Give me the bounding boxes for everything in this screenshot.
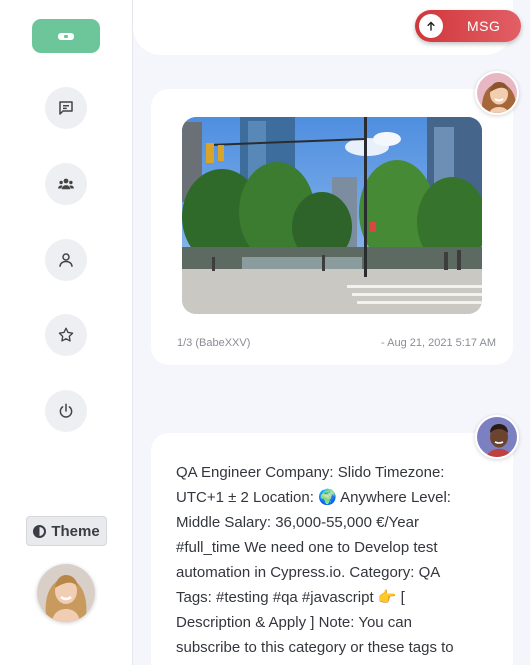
messages-nav-button[interactable] — [45, 87, 87, 129]
logo-icon — [58, 32, 74, 40]
post-card: QA Engineer Company: Slido Timezone: UTC… — [151, 433, 513, 665]
profile-nav-button[interactable] — [45, 239, 87, 281]
post-body: QA Engineer Company: Slido Timezone: UTC… — [176, 464, 454, 665]
main-feed: MSG 1/3 (BabeXXV) - Aug 21, 2021 5:17 AM… — [133, 0, 530, 665]
favorites-nav-button[interactable] — [45, 314, 87, 356]
arrow-up-icon — [419, 14, 443, 38]
street-photo — [182, 117, 482, 314]
users-icon — [58, 178, 74, 190]
home-button[interactable] — [32, 19, 100, 53]
theme-label: Theme — [51, 522, 100, 540]
groups-nav-button[interactable] — [45, 163, 87, 205]
poster-avatar[interactable] — [475, 71, 519, 115]
user-avatar[interactable] — [37, 564, 95, 622]
image-counter: 1/3 (BabeXXV) — [177, 337, 251, 349]
contrast-icon — [33, 524, 47, 538]
user-icon — [59, 253, 73, 267]
msg-button[interactable]: MSG — [415, 10, 521, 42]
theme-toggle-button[interactable]: Theme — [26, 516, 107, 546]
msg-label: MSG — [467, 18, 501, 34]
sidebar: Theme — [0, 0, 133, 665]
star-icon — [58, 327, 74, 342]
post-image[interactable] — [182, 117, 482, 314]
poster-avatar[interactable] — [475, 415, 519, 459]
chat-bubble-icon — [59, 101, 73, 115]
logout-nav-button[interactable] — [45, 390, 87, 432]
avatar-image — [37, 564, 95, 622]
post-card: 1/3 (BabeXXV) - Aug 21, 2021 5:17 AM — [151, 89, 513, 365]
post-timestamp: - Aug 21, 2021 5:17 AM — [381, 337, 496, 349]
power-icon — [59, 403, 73, 418]
